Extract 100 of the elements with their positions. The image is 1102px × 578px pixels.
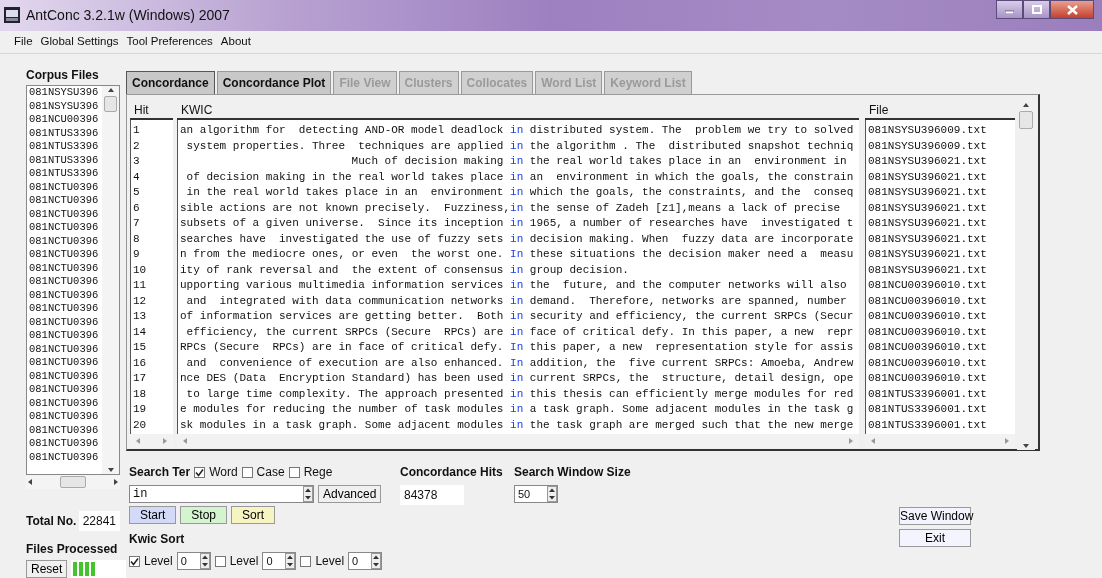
search-keyword: in [510, 387, 524, 400]
maximize-button[interactable] [1023, 0, 1050, 19]
file-list-item[interactable]: 081NCTU0396 [29, 383, 102, 397]
search-keyword: in [510, 201, 524, 214]
reset-button[interactable]: Reset [26, 560, 68, 578]
menu-item[interactable]: File [10, 33, 37, 51]
kwic-right-context: the future, and the computer networks will also [528, 279, 847, 291]
level-spinner[interactable]: 0 [348, 552, 383, 570]
file-list-item[interactable]: 081NCTU0396 [29, 275, 102, 289]
start-button[interactable]: Start [129, 506, 177, 524]
file-list-item[interactable]: 081NCTU0396 [29, 221, 102, 235]
scroll-thumb[interactable] [60, 476, 86, 488]
scroll-thumb[interactable] [1019, 111, 1033, 129]
file-list-item[interactable]: 081NTUS3396 [29, 140, 102, 154]
file-list-item[interactable]: 081NTUS3396 [29, 167, 102, 181]
file-list-item[interactable]: 081NCTU0396 [29, 329, 102, 343]
spin-arrows-icon[interactable] [285, 553, 296, 569]
checkbox[interactable] [300, 555, 312, 567]
option-label: Case [256, 464, 285, 481]
spin-arrows-icon[interactable] [303, 486, 313, 502]
stop-button[interactable]: Stop [180, 506, 228, 524]
file-list-item[interactable]: 081NCTU0396 [29, 450, 102, 464]
file-list[interactable] [26, 85, 120, 475]
search-keyword: in [510, 325, 524, 338]
file-list-item[interactable]: 081NCTU0396 [29, 194, 102, 208]
file-list-item[interactable]: 081NCTU0396 [29, 234, 102, 248]
close-button[interactable] [1050, 0, 1094, 19]
file-list-item[interactable]: 081NCTU0396 [29, 423, 102, 437]
level-label: Level [144, 553, 173, 570]
file-list-item[interactable]: 081NCTU0396 [29, 356, 102, 370]
file-list-item[interactable]: 081NTUS3396 [29, 153, 102, 167]
file-list-item[interactable]: 081NCTU0396 [29, 180, 102, 194]
progress-bar [71, 560, 126, 578]
file-list-item[interactable]: 081NCTU0396 [29, 410, 102, 424]
checkbox[interactable] [214, 555, 226, 567]
file-list-item[interactable]: 081NCTU0396 [29, 369, 102, 383]
kwic-right-context: this paper, a new representation style for assis [528, 341, 854, 353]
file-list-item[interactable]: 081NCTU0396 [29, 288, 102, 302]
search-field[interactable]: in [129, 485, 314, 503]
level-label: Level [229, 553, 259, 570]
kwic-right-context: the real world takes place in an environment in [528, 155, 847, 167]
file-list-item[interactable]: 081NTUS3396 [29, 126, 102, 140]
spin-arrows-icon[interactable] [547, 486, 557, 502]
sort-button[interactable]: Sort [231, 506, 276, 524]
checkbox[interactable] [241, 466, 253, 478]
spin-arrows-icon[interactable] [371, 553, 382, 569]
scroll-left-icon [869, 436, 877, 446]
kwic-right-context: this thesis can efficiently merge modules for red [528, 387, 854, 400]
kwic-sort-label: Kwic Sort [129, 531, 186, 548]
advanced-button[interactable]: Advanced [318, 485, 382, 503]
file-list-item[interactable]: 081NCTU0396 [29, 396, 102, 410]
kwic-left-context: upporting various multimedia information services [180, 278, 505, 293]
scroll-down-icon [1021, 442, 1031, 450]
search-keyword: In [510, 356, 524, 369]
minimize-button[interactable] [996, 0, 1023, 19]
kwic-right-context: an environment in which the goals, the constrain [528, 170, 854, 183]
file-name: 081NCU00396010.txt [868, 355, 988, 371]
action-button[interactable]: Exit [899, 529, 971, 547]
file-list-item[interactable]: 081NCU00396 [29, 113, 102, 127]
hit-number: 18 [133, 386, 148, 402]
file-list-item[interactable]: 081NCTU0396 [29, 302, 102, 316]
file-list-item[interactable]: 081NSYSU396 [29, 86, 102, 100]
kwic-right-context: face of critical defy. In this paper, a new repr [528, 325, 854, 338]
file-list-item[interactable]: 081NSYSU396 [29, 99, 102, 113]
kwic-right-context: addition, the five current SRPCs: Amoeba, Andrew [528, 356, 854, 369]
file-list-item[interactable]: 081NCTU0396 [29, 342, 102, 356]
file-list-item[interactable]: 081NCTU0396 [29, 207, 102, 221]
level-spinner[interactable]: 0 [262, 552, 297, 570]
window-title: AntConc 3.2.1w (Windows) 2007 [26, 5, 230, 25]
kwic-right-context: the task graph are merged such that the new merge [528, 418, 854, 431]
kwic-left-context: nce DES (Data Encryption Standard) has been used [180, 371, 505, 386]
scroll-right-icon [1003, 436, 1011, 446]
menu-item[interactable]: About [216, 33, 255, 51]
file-name: 081NCU00396010.txt [868, 340, 988, 355]
tab[interactable]: Concordance Plot [216, 71, 332, 94]
scroll-thumb[interactable] [104, 96, 117, 112]
menu-item[interactable]: Global Settings [36, 33, 123, 51]
file-name: 081NTUS3396001.txt [868, 402, 988, 417]
file-list-item[interactable]: 081NCTU0396 [29, 437, 102, 451]
checkbox[interactable] [129, 555, 140, 567]
file-list-item[interactable]: 081NCTU0396 [29, 248, 102, 262]
file-name: 081NSYSU396021.txt [868, 262, 988, 278]
scroll-right-icon [112, 477, 120, 487]
file-list-item[interactable]: 081NCTU0396 [29, 315, 102, 329]
checkbox[interactable] [288, 466, 300, 478]
level-spinner[interactable]: 0 [176, 552, 211, 570]
scroll-left-icon [181, 436, 189, 446]
search-keyword: in [510, 418, 524, 431]
file-name: 081NSYSU396021.txt [868, 169, 988, 185]
checkbox[interactable] [194, 466, 206, 478]
search-keyword: in [510, 186, 524, 198]
spin-arrows-icon[interactable] [199, 553, 210, 569]
total-label: Total No. [26, 513, 77, 530]
kwic-left-context: of decision making in the real world takes place [185, 169, 505, 185]
tab[interactable]: Concordance [126, 71, 215, 94]
menu-item[interactable]: Tool Preferences [122, 33, 217, 51]
file-name: 081NCU00396010.txt [868, 278, 988, 293]
file-list-item[interactable]: 081NCTU0396 [29, 261, 102, 275]
file-name: 081NCU00396010.txt [868, 309, 988, 324]
window-size-spinner[interactable]: 50 [514, 485, 558, 503]
